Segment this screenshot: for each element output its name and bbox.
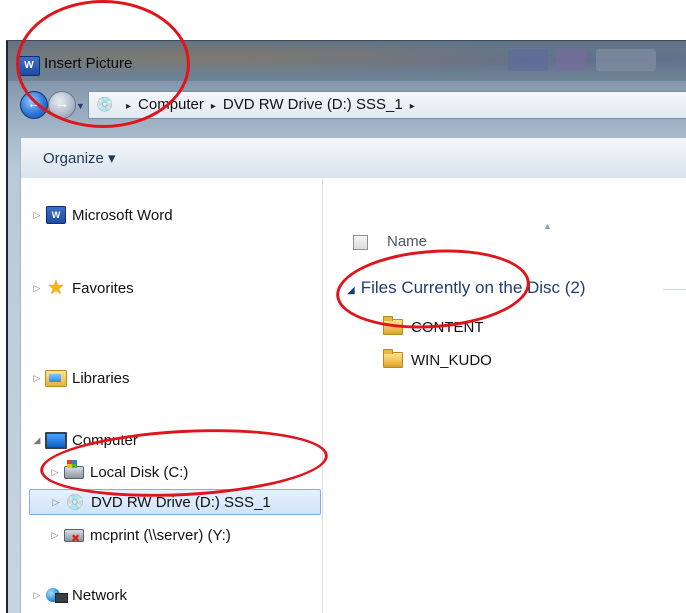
expand-arrow-icon[interactable]: ▷ [49, 530, 61, 541]
select-all-checkbox[interactable] [353, 235, 368, 250]
expand-arrow-icon[interactable]: ▷ [31, 283, 43, 294]
expand-arrow-icon[interactable]: ▷ [31, 373, 43, 384]
word-app-icon: W [18, 56, 40, 76]
title-bar: W Insert Picture [8, 41, 686, 81]
breadcrumb-separator-icon[interactable]: ▸ [126, 101, 131, 112]
forward-arrow-icon: → [55, 95, 69, 111]
navigation-pane: ▷ W Microsoft Word ▷ ★ Favorites ▷ Libra… [21, 178, 321, 613]
insert-picture-dialog: W Insert Picture ← → ▼ 💿 ▸ Computer ▸ DVD R… [6, 40, 686, 613]
recent-pages-dropdown-icon[interactable]: ▼ [76, 101, 85, 111]
collapse-group-icon[interactable]: ◢ [347, 285, 355, 296]
breadcrumb-separator-icon[interactable]: ▸ [410, 101, 415, 112]
group-divider [663, 289, 686, 290]
nav-item-label: DVD RW Drive (D:) SSS_1 [91, 493, 271, 511]
organize-button[interactable]: Organize ▾ [43, 149, 116, 167]
file-row-win-kudo[interactable]: WIN_KUDO [383, 349, 492, 371]
nav-item-dvd-drive[interactable]: ▷ 💿 DVD RW Drive (D:) SSS_1 [29, 489, 321, 515]
computer-icon [45, 431, 67, 449]
expand-arrow-icon[interactable]: ▷ [31, 210, 43, 221]
libraries-icon [45, 369, 67, 387]
window-title: Insert Picture [44, 55, 133, 72]
nav-item-label: Local Disk (C:) [90, 463, 189, 481]
column-header-name[interactable]: Name [387, 233, 427, 250]
content-area: ▷ W Microsoft Word ▷ ★ Favorites ▷ Libra… [20, 178, 686, 613]
file-name: WIN_KUDO [411, 351, 492, 369]
breadcrumb: ▸ Computer ▸ DVD RW Drive (D:) SSS_1 ▸ [119, 96, 422, 113]
navigation-row: ← → ▼ 💿 ▸ Computer ▸ DVD RW Drive (D:) SSS_… [8, 83, 686, 123]
dvd-drive-icon: 💿 [96, 96, 114, 112]
collapse-arrow-icon[interactable]: ◢ [31, 435, 43, 446]
blurred-background-icon [556, 49, 586, 71]
group-header-label: Files Currently on the Disc (2) [360, 278, 586, 297]
nav-item-label: Network [72, 586, 128, 604]
file-row-content[interactable]: CONTENT [383, 316, 484, 338]
disconnected-network-drive-icon [63, 526, 85, 545]
breadcrumb-dvd-drive[interactable]: DVD RW Drive (D:) SSS_1 [223, 96, 403, 113]
back-arrow-icon: ← [27, 95, 41, 111]
blurred-background-icon [596, 49, 656, 71]
folder-icon [383, 349, 403, 368]
nav-item-mcprint[interactable]: ▷ mcprint (\\server) (Y:) [49, 523, 231, 547]
breadcrumb-separator-icon[interactable]: ▸ [211, 101, 216, 112]
dvd-drive-icon: 💿 [65, 494, 85, 511]
forward-button[interactable]: → [48, 91, 76, 119]
expand-arrow-icon[interactable]: ▷ [49, 467, 61, 478]
address-bar[interactable]: 💿 ▸ Computer ▸ DVD RW Drive (D:) SSS_1 ▸ [88, 91, 686, 119]
nav-item-local-disk[interactable]: ▷ Local Disk (C:) [49, 459, 189, 484]
blurred-background-icon [508, 49, 548, 71]
breadcrumb-computer[interactable]: Computer [138, 96, 204, 113]
nav-item-label: Microsoft Word [72, 206, 173, 224]
nav-item-label: Libraries [72, 369, 130, 387]
expand-arrow-icon[interactable]: ▷ [31, 590, 43, 601]
nav-item-favorites[interactable]: ▷ ★ Favorites [31, 276, 134, 300]
hard-disk-icon [63, 459, 85, 481]
nav-item-computer[interactable]: ◢ Computer [31, 428, 138, 452]
back-button[interactable]: ← [20, 91, 48, 119]
file-name: CONTENT [411, 318, 484, 336]
file-list-pane: ▲ Name ◢ Files Currently on the Disc (2) … [323, 178, 686, 613]
star-icon: ★ [47, 277, 65, 299]
nav-item-libraries[interactable]: ▷ Libraries [31, 366, 130, 390]
nav-item-label: mcprint (\\server) (Y:) [90, 526, 231, 544]
word-icon: W [45, 206, 67, 224]
nav-item-label: Computer [72, 431, 138, 449]
nav-item-label: Favorites [72, 279, 134, 297]
network-icon [45, 586, 68, 604]
nav-item-network[interactable]: ▷ Network [31, 583, 127, 607]
group-header[interactable]: ◢ Files Currently on the Disc (2) [347, 278, 586, 298]
nav-item-microsoft-word[interactable]: ▷ W Microsoft Word [31, 203, 173, 227]
sort-ascending-icon: ▲ [543, 221, 552, 231]
expand-arrow-icon[interactable]: ▷ [50, 497, 62, 508]
command-toolbar: Organize ▾ [20, 137, 686, 179]
folder-icon [383, 316, 403, 335]
